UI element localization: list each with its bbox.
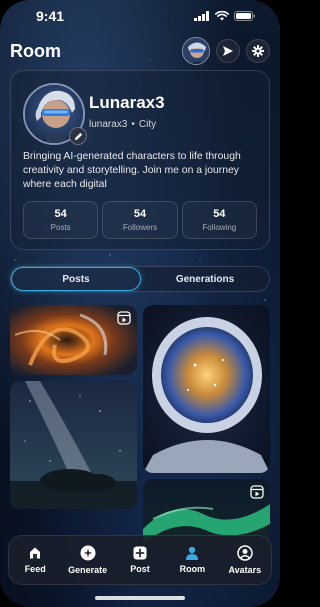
post-image: [143, 305, 270, 473]
feed-icon: [30, 547, 41, 559]
profile-card: Lunarax3 lunarax3 • City Bringing AI-gen…: [10, 70, 270, 250]
person-icon: [186, 546, 199, 560]
profile-bio: Bringing AI-generated characters to life…: [23, 151, 241, 190]
profile-location: City: [138, 119, 157, 130]
status-icons: [194, 11, 256, 21]
pencil-icon: [74, 132, 82, 140]
header-actions: [182, 37, 270, 65]
nav-label: Feed: [24, 564, 46, 574]
nav-label: Generate: [68, 565, 108, 575]
content-tabs: Posts Generations: [10, 266, 270, 292]
reel-icon: [250, 485, 264, 499]
battery-icon: [234, 11, 255, 21]
nav-item-room[interactable]: Room: [166, 536, 218, 584]
status-bar: 9:41: [0, 0, 280, 32]
post-tile-milkyway[interactable]: [10, 381, 137, 509]
profile-name: Lunarax3: [89, 93, 165, 112]
stat-value: 54: [54, 208, 67, 220]
phone-screen: 9:41 Room Lunarax3 lunarax3 • City Bring…: [0, 0, 280, 607]
page-title: Room: [10, 40, 61, 61]
settings-button[interactable]: [246, 39, 270, 63]
gear-icon: [252, 45, 264, 57]
plus-square-icon: [133, 546, 147, 560]
wifi-icon: [215, 11, 229, 21]
page-header: Room: [10, 36, 270, 66]
profile-subline: lunarax3 • City: [89, 119, 156, 130]
stat-posts[interactable]: 54 Posts: [23, 201, 99, 239]
stat-label: Posts: [50, 223, 71, 232]
stat-label: Followers: [122, 223, 158, 232]
nav-item-generate[interactable]: Generate: [61, 536, 113, 584]
stat-value: 54: [213, 208, 226, 220]
nav-item-post[interactable]: Post: [114, 536, 166, 584]
post-tile-swirl[interactable]: [10, 305, 137, 375]
nav-label: Post: [130, 564, 150, 574]
avatar-circle-icon: [237, 545, 253, 561]
stat-value: 54: [133, 208, 147, 220]
bottom-nav: Feed Generate Post Room Avatars: [8, 535, 272, 585]
nav-label: Room: [179, 564, 206, 574]
profile-handle: lunarax3: [89, 119, 128, 130]
edit-avatar-button[interactable]: [69, 127, 87, 145]
reel-icon: [117, 311, 131, 325]
stat-following[interactable]: 54 Following: [181, 201, 257, 239]
send-button[interactable]: [216, 39, 240, 63]
tab-posts[interactable]: Posts: [11, 267, 141, 291]
nav-item-feed[interactable]: Feed: [9, 536, 61, 584]
stat-followers[interactable]: 54 Followers: [102, 201, 178, 239]
nav-label: Avatars: [228, 565, 262, 575]
nav-item-avatars[interactable]: Avatars: [219, 536, 271, 584]
status-time: 9:41: [36, 8, 65, 24]
user-avatar-button[interactable]: [182, 37, 210, 65]
home-indicator[interactable]: [95, 596, 185, 600]
profile-separator: •: [131, 119, 135, 130]
profile-stats: 54 Posts 54 Followers 54 Following: [23, 201, 257, 239]
avatar-image: [183, 38, 209, 64]
stat-label: Following: [202, 223, 237, 232]
post-tile-astronaut[interactable]: [143, 305, 270, 473]
tab-generations[interactable]: Generations: [141, 267, 269, 291]
cellular-signal-icon: [194, 11, 209, 21]
post-image: [10, 381, 137, 509]
generate-icon: [80, 545, 96, 561]
send-icon: [223, 46, 233, 56]
